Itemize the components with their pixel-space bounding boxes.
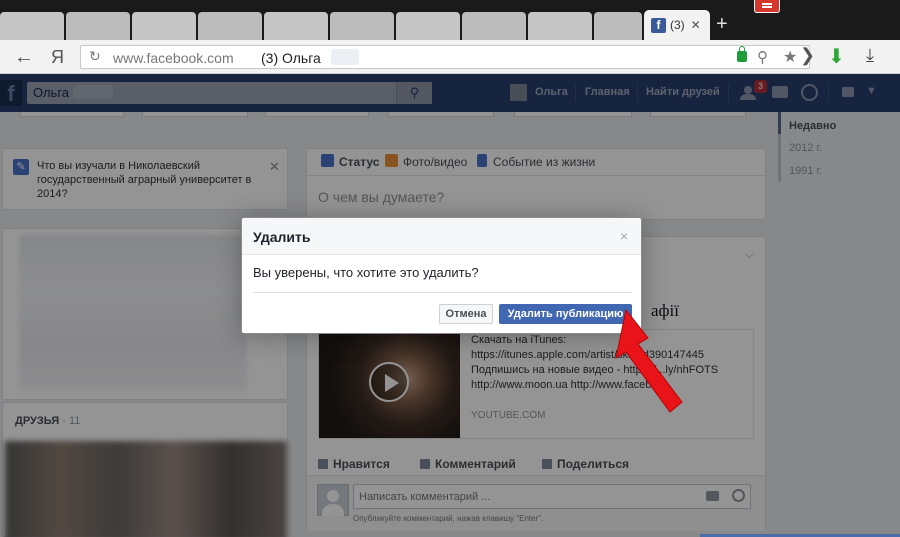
search-icon[interactable]: ⚲ xyxy=(757,48,768,66)
browser-menu-icon[interactable] xyxy=(754,0,780,13)
browser-tab[interactable] xyxy=(528,12,592,40)
browser-tab[interactable] xyxy=(132,12,196,40)
arrow-shape xyxy=(615,308,683,413)
annotation-arrow-icon xyxy=(615,308,683,413)
address-bar: ← Я ↻ www.facebook.com (3) Ольга ⚲ ★ ❯ ⬇… xyxy=(0,40,900,74)
browser-tab[interactable] xyxy=(66,12,130,40)
tab-close-icon[interactable]: ✕ xyxy=(691,18,701,32)
dialog-title: Удалить xyxy=(253,229,311,245)
browser-tab[interactable] xyxy=(330,12,394,40)
browser-tab[interactable] xyxy=(198,12,262,40)
redacted-surname xyxy=(331,49,359,65)
tab-title: (3) xyxy=(670,18,685,32)
facebook-favicon-icon: f xyxy=(651,17,666,33)
dialog-message: Вы уверены, что хотите это удалить? xyxy=(253,265,479,280)
cancel-button[interactable]: Отмена xyxy=(439,304,493,324)
browser-tab[interactable] xyxy=(462,12,526,40)
download-extension-icon[interactable]: ⬇ xyxy=(828,44,845,69)
new-tab-icon[interactable]: + xyxy=(716,14,728,34)
yandex-icon[interactable]: Я xyxy=(51,47,64,68)
chevron-right-icon[interactable]: ❯ xyxy=(800,45,815,66)
browser-tab[interactable] xyxy=(0,12,64,40)
back-arrow-icon[interactable]: ← xyxy=(14,46,34,69)
close-icon[interactable]: × xyxy=(620,228,628,244)
bookmark-star-icon[interactable]: ★ xyxy=(783,47,797,67)
url-page-title-text: (3) Ольга xyxy=(261,50,321,66)
lock-icon xyxy=(737,46,747,62)
dialog-header: Удалить × xyxy=(242,218,641,255)
browser-tab-strip: f (3) ✕ + xyxy=(0,0,900,40)
browser-tab[interactable] xyxy=(396,12,460,40)
browser-tab[interactable] xyxy=(264,12,328,40)
divider xyxy=(253,292,632,293)
downloads-icon[interactable]: ⤓ xyxy=(866,45,874,66)
browser-tab[interactable] xyxy=(594,12,642,40)
active-tab-facebook[interactable]: f (3) ✕ xyxy=(644,10,710,40)
delete-confirm-dialog: Удалить × Вы уверены, что хотите это уда… xyxy=(241,217,642,334)
url-page-title: (3) Ольга xyxy=(261,50,321,66)
url-domain: www.facebook.com xyxy=(113,50,234,66)
reload-icon[interactable]: ↻ xyxy=(89,48,101,65)
url-field[interactable]: ↻ www.facebook.com (3) Ольга ⚲ ★ xyxy=(80,45,810,69)
